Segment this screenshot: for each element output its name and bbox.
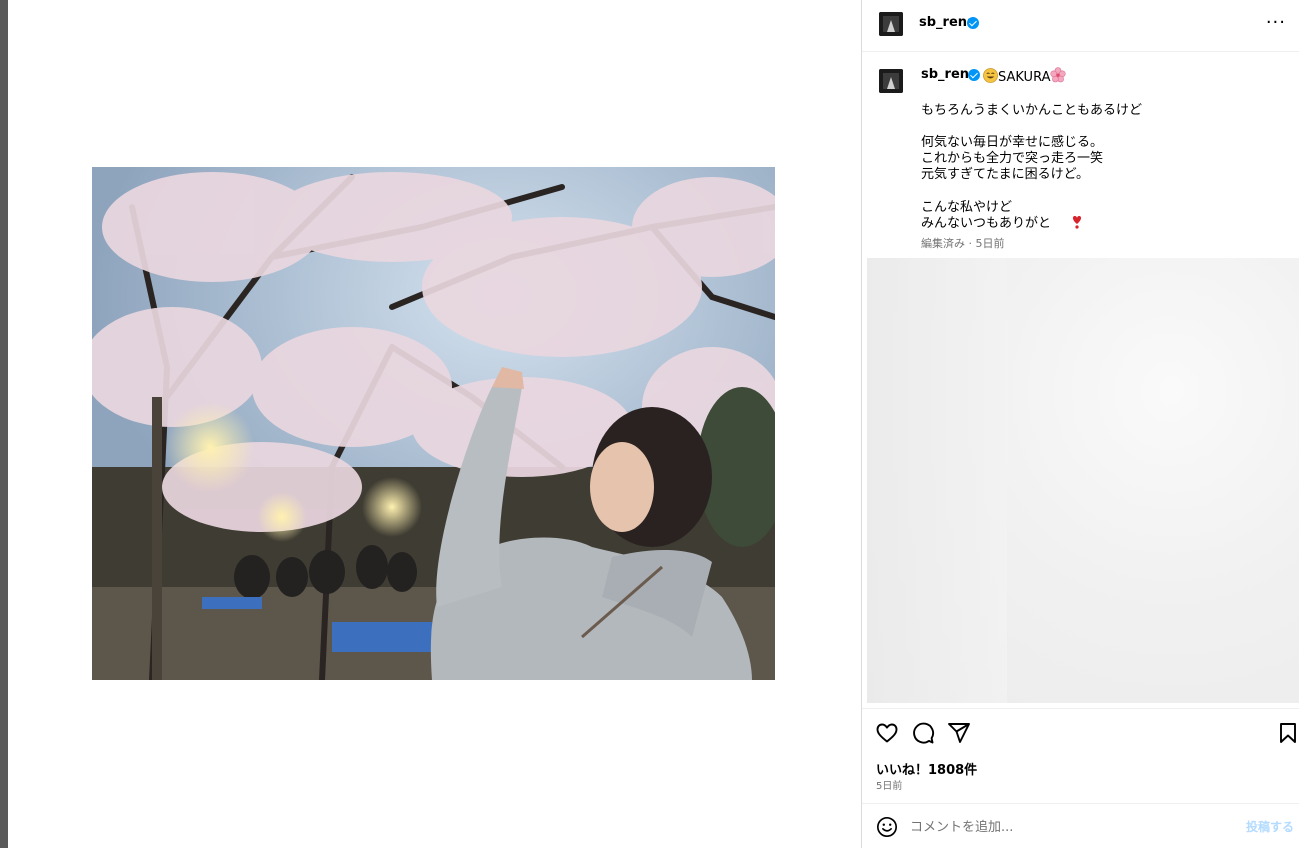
caption-avatar[interactable] (879, 69, 903, 93)
caption-line: もちろんうまくいかんこともあるけど (921, 103, 1143, 118)
emoji-picker-icon[interactable] (876, 816, 898, 838)
post-photo[interactable] (92, 167, 775, 680)
post-media-pane (8, 0, 861, 848)
avatar-image (879, 12, 903, 36)
comments-area (867, 258, 1299, 703)
heart-exclamation-emoji-icon (1073, 216, 1082, 229)
grin-emoji-icon (983, 68, 998, 83)
action-bar: いいね！1808件 5日前 (862, 708, 1299, 803)
caption-last-line: みんないつもありがと (921, 212, 1083, 231)
post-time[interactable]: 5日前 (876, 777, 902, 792)
share-icon[interactable] (947, 721, 971, 745)
post-header: sb_rena ··· (862, 0, 1299, 52)
cherry-blossom-photo (92, 167, 775, 680)
heart-icon[interactable] (875, 721, 899, 745)
caption-line: 元気すぎてたまに困るけど。 (921, 167, 1089, 182)
caption-title-text: SAKURA (998, 70, 1051, 85)
window-edge (0, 0, 8, 848)
comment-bar: 投稿する (862, 803, 1299, 848)
caption-line: みんないつもありがと (921, 216, 1052, 231)
caption-meta: 編集済み · 5日前 (921, 237, 1005, 250)
caption-title: SAKURA (983, 67, 1067, 85)
avatar[interactable] (879, 12, 903, 36)
likes-count[interactable]: いいね！1808件 (876, 759, 977, 778)
verified-badge-icon (967, 17, 979, 29)
more-options-icon[interactable]: ··· (1266, 12, 1286, 33)
bookmark-icon[interactable] (1276, 721, 1299, 745)
post-details-pane: sb_rena ··· sb_rena SAKURA もちろんうまくいかんことも… (861, 0, 1299, 848)
verified-badge-icon (968, 69, 980, 81)
comment-icon[interactable] (911, 721, 935, 745)
comment-input[interactable] (910, 816, 1230, 838)
cherry-blossom-emoji-icon (1050, 67, 1067, 83)
post-comment-button[interactable]: 投稿する (1246, 818, 1294, 835)
avatar-image (879, 69, 903, 93)
